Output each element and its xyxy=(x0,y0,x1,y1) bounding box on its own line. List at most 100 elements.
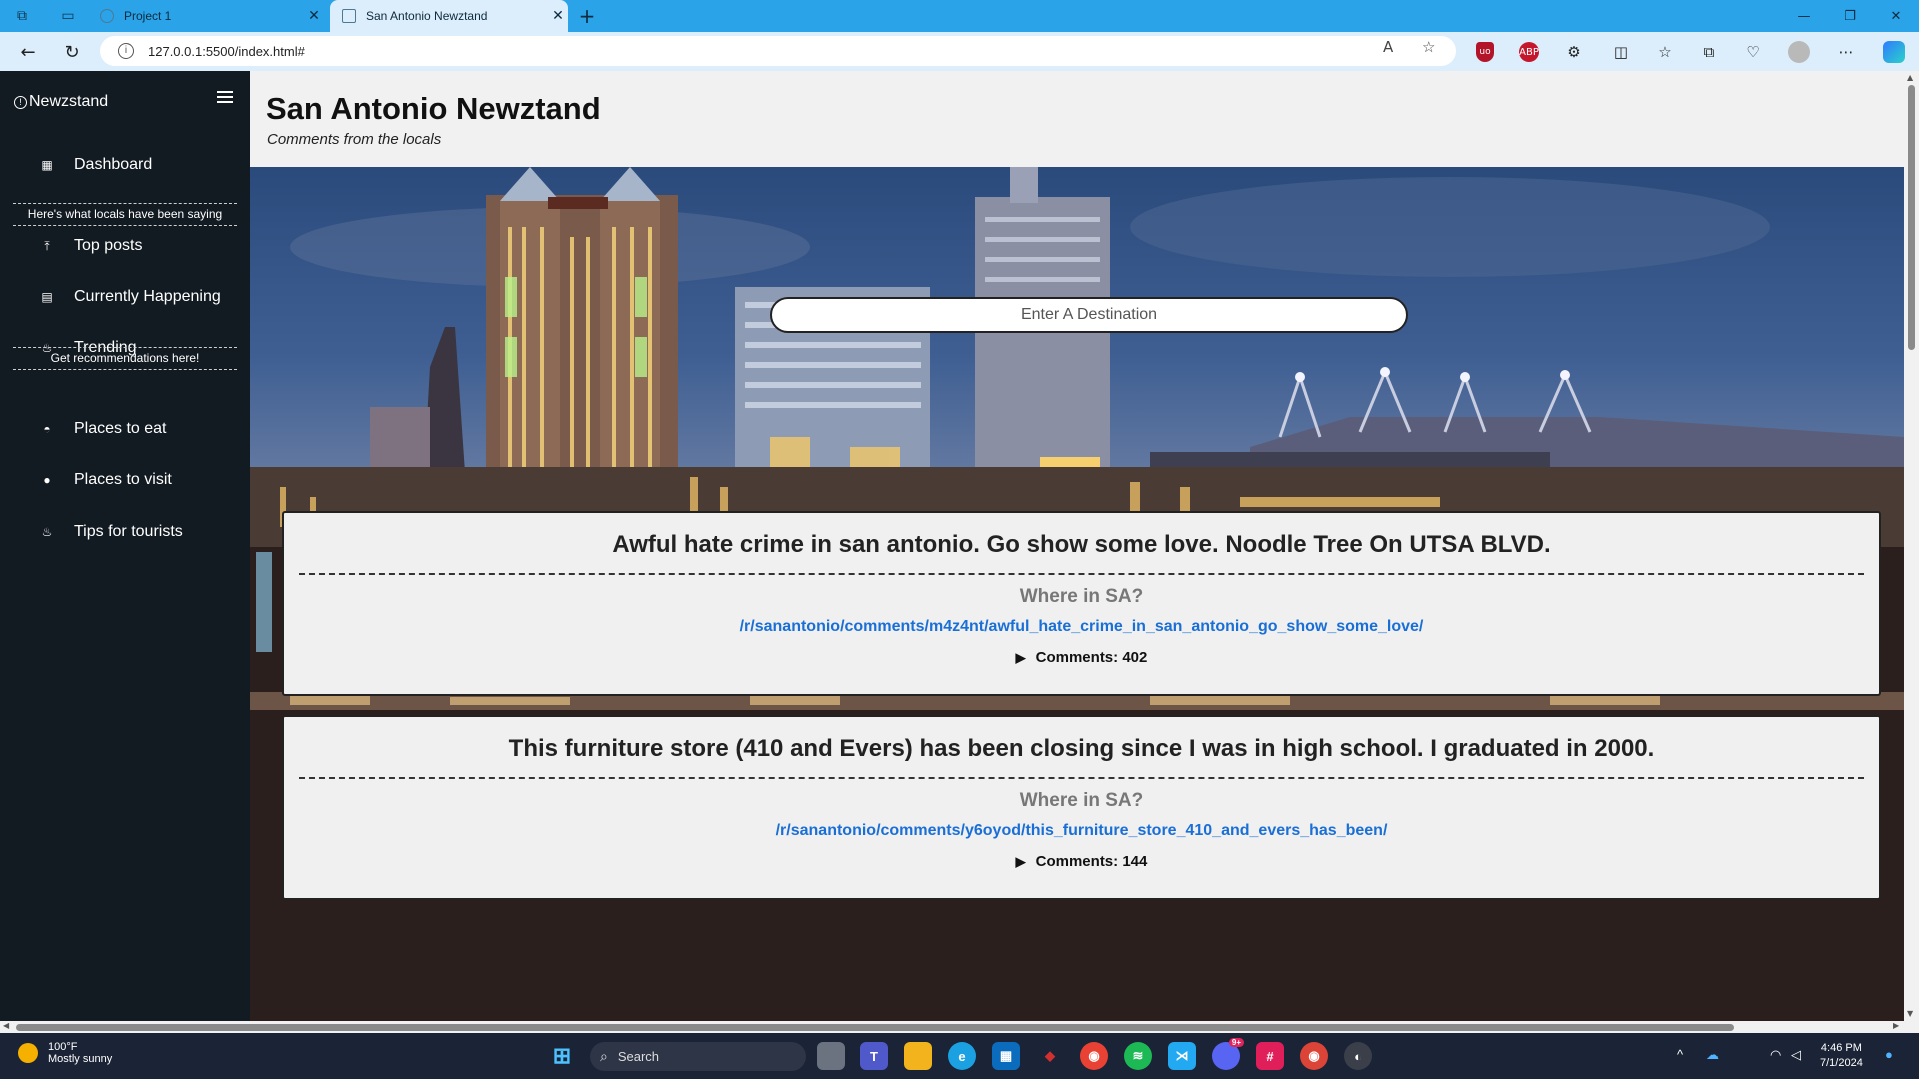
spotify-icon[interactable]: ≋ xyxy=(1124,1042,1152,1070)
page-icon xyxy=(342,9,356,23)
scroll-up-icon[interactable]: ▲ xyxy=(1907,73,1913,82)
sun-icon xyxy=(18,1043,38,1063)
sidebar-item-dashboard[interactable]: ▦ Dashboard xyxy=(40,156,152,174)
notification-bell-icon[interactable]: ● xyxy=(1885,1047,1893,1062)
where-label: Where in SA? xyxy=(1019,586,1144,607)
clock[interactable]: 4:46 PM 7/1/2024 xyxy=(1820,1041,1863,1071)
clock-time: 4:46 PM xyxy=(1820,1042,1862,1054)
slack-icon[interactable]: # xyxy=(1256,1042,1284,1070)
sidebar-item-label: Top posts xyxy=(74,237,143,254)
browser-tab-bar: ⧉ ▭ Project 1 ✕ San Antonio Newztand ✕ +… xyxy=(0,0,1919,32)
burger-icon: ◓ xyxy=(43,422,51,436)
page-subtitle: Comments from the locals xyxy=(267,131,442,148)
back-button[interactable]: ← xyxy=(14,39,42,65)
wifi-icon[interactable]: ◠ xyxy=(1770,1047,1781,1063)
sidebar-item-top-posts[interactable]: ⤒ Top posts xyxy=(40,237,142,255)
favorites-icon[interactable]: ☆ xyxy=(1653,40,1677,64)
tab-san-antonio-newztand[interactable]: San Antonio Newztand ✕ xyxy=(330,0,568,32)
more-menu-icon[interactable]: ⋯ xyxy=(1834,40,1858,64)
workspaces-icon[interactable]: ⧉ xyxy=(8,4,36,28)
browser-essentials-icon[interactable]: ♡ xyxy=(1741,40,1765,64)
tab-actions-icon[interactable]: ▭ xyxy=(54,4,82,28)
obs-icon[interactable]: ◐ xyxy=(1344,1042,1372,1070)
info-icon: ! xyxy=(14,95,27,109)
comments-toggle[interactable]: ▶ Comments: 144 xyxy=(284,853,1879,870)
notification-badge: 9+ xyxy=(1228,1038,1244,1047)
tab-title: San Antonio Newztand xyxy=(366,9,488,23)
teams-icon[interactable]: T xyxy=(860,1042,888,1070)
sidebar-item-label: Tips for tourists xyxy=(74,523,183,540)
adblock-extension-icon[interactable]: ABP xyxy=(1519,42,1539,62)
divider xyxy=(299,777,1864,779)
comments-count: Comments: 144 xyxy=(1035,853,1148,870)
section-heading-recommendations: Get recommendations here! xyxy=(13,347,237,370)
show-hidden-icons-icon[interactable]: ^ xyxy=(1677,1047,1683,1062)
horizontal-scrollbar[interactable]: ◀ ▶ xyxy=(0,1021,1904,1033)
close-window-button[interactable]: ✕ xyxy=(1873,0,1919,32)
map-pin-icon: ● xyxy=(43,473,51,487)
scroll-down-icon[interactable]: ▼ xyxy=(1907,1009,1913,1018)
post-title: Awful hate crime in san antonio. Go show… xyxy=(612,531,1551,558)
read-aloud-icon[interactable]: A xyxy=(1383,38,1393,56)
new-tab-button[interactable]: + xyxy=(574,4,600,28)
ublock-extension-icon[interactable]: uo xyxy=(1476,42,1494,62)
app-icon[interactable]: ◆ xyxy=(1036,1042,1064,1070)
vscode-icon[interactable]: ⋊ xyxy=(1168,1042,1196,1070)
profile-avatar[interactable] xyxy=(1788,41,1810,63)
sidebar-item-label: Places to eat xyxy=(74,420,167,437)
info-icon[interactable]: i xyxy=(118,43,134,59)
store-icon[interactable]: ▦ xyxy=(992,1042,1020,1070)
collections-icon[interactable]: ⧉ xyxy=(1697,40,1721,64)
edge-icon[interactable]: e xyxy=(948,1042,976,1070)
volume-icon[interactable]: ◁ xyxy=(1791,1047,1801,1063)
sidebar-item-tips-for-tourists[interactable]: ♨ Tips for tourists xyxy=(40,523,183,541)
sidebar-item-currently-happening[interactable]: ▤ Currently Happening xyxy=(40,288,221,306)
arrow-up-to-line-icon: ⤒ xyxy=(44,238,50,253)
scroll-left-icon[interactable]: ◀ xyxy=(3,1021,9,1030)
scrollbar-thumb[interactable] xyxy=(16,1024,1734,1031)
extensions-icon[interactable]: ⚙ xyxy=(1562,40,1586,64)
where-label: Where in SA? xyxy=(1019,790,1144,811)
taskbar-search[interactable]: ⌕ Search xyxy=(590,1042,806,1071)
destination-search-input[interactable]: Enter A Destination xyxy=(770,297,1408,333)
triangle-right-icon: ▶ xyxy=(1015,649,1026,665)
chrome-profile-icon[interactable]: ◉ xyxy=(1300,1042,1328,1070)
sidebar-item-label: Currently Happening xyxy=(74,288,221,305)
tab-project-1[interactable]: Project 1 ✕ xyxy=(88,0,324,32)
discord-icon[interactable]: 9+ xyxy=(1212,1038,1244,1070)
url-input[interactable]: i 127.0.0.1:5500/index.html# xyxy=(100,36,1456,66)
onedrive-icon[interactable]: ☁ xyxy=(1706,1047,1719,1063)
restore-button[interactable]: ❐ xyxy=(1827,0,1873,32)
scroll-right-icon[interactable]: ▶ xyxy=(1893,1021,1899,1030)
comments-toggle[interactable]: ▶ Comments: 402 xyxy=(284,649,1879,666)
scrollbar-thumb[interactable] xyxy=(1908,85,1915,350)
split-screen-icon[interactable]: ◫ xyxy=(1609,40,1633,64)
copilot-icon[interactable] xyxy=(1883,41,1905,63)
refresh-button[interactable]: ↻ xyxy=(58,39,86,65)
post-title: This furniture store (410 and Evers) has… xyxy=(508,735,1655,762)
post-link[interactable]: /r/sanantonio/comments/m4z4nt/awful_hate… xyxy=(284,618,1879,636)
post-card: Awful hate crime in san antonio. Go show… xyxy=(282,511,1881,696)
sidebar-item-places-to-eat[interactable]: ◓ Places to eat xyxy=(40,420,167,438)
minimize-button[interactable]: — xyxy=(1781,0,1827,32)
windows-start-icon[interactable]: ⊞ xyxy=(548,1042,576,1070)
close-tab-icon[interactable]: ✕ xyxy=(548,8,568,24)
close-tab-icon[interactable]: ✕ xyxy=(304,8,324,24)
newspaper-icon: ▤ xyxy=(41,290,53,304)
address-bar-row: ← ↻ i 127.0.0.1:5500/index.html# A ☆ uo … xyxy=(0,32,1919,71)
chrome-icon[interactable]: ◉ xyxy=(1080,1042,1108,1070)
file-explorer-icon[interactable] xyxy=(904,1042,932,1070)
favorite-star-icon[interactable]: ☆ xyxy=(1422,38,1435,56)
weather-widget[interactable]: 100°F Mostly sunny xyxy=(18,1041,112,1065)
hamburger-menu-icon[interactable] xyxy=(217,91,233,105)
sidebar-item-places-to-visit[interactable]: ● Places to visit xyxy=(40,471,172,489)
comments-count: Comments: 402 xyxy=(1035,649,1148,666)
grid-icon: ▦ xyxy=(41,158,53,172)
brand[interactable]: ! Newzstand xyxy=(14,93,108,111)
post-link[interactable]: /r/sanantonio/comments/y6oyod/this_furni… xyxy=(284,822,1879,840)
sidebar-item-label: Places to visit xyxy=(74,471,172,488)
search-icon: ⌕ xyxy=(600,1048,608,1064)
task-view-icon[interactable] xyxy=(817,1042,845,1070)
tab-title: Project 1 xyxy=(124,9,172,23)
vertical-scrollbar[interactable]: ▲ ▼ xyxy=(1904,71,1919,1021)
